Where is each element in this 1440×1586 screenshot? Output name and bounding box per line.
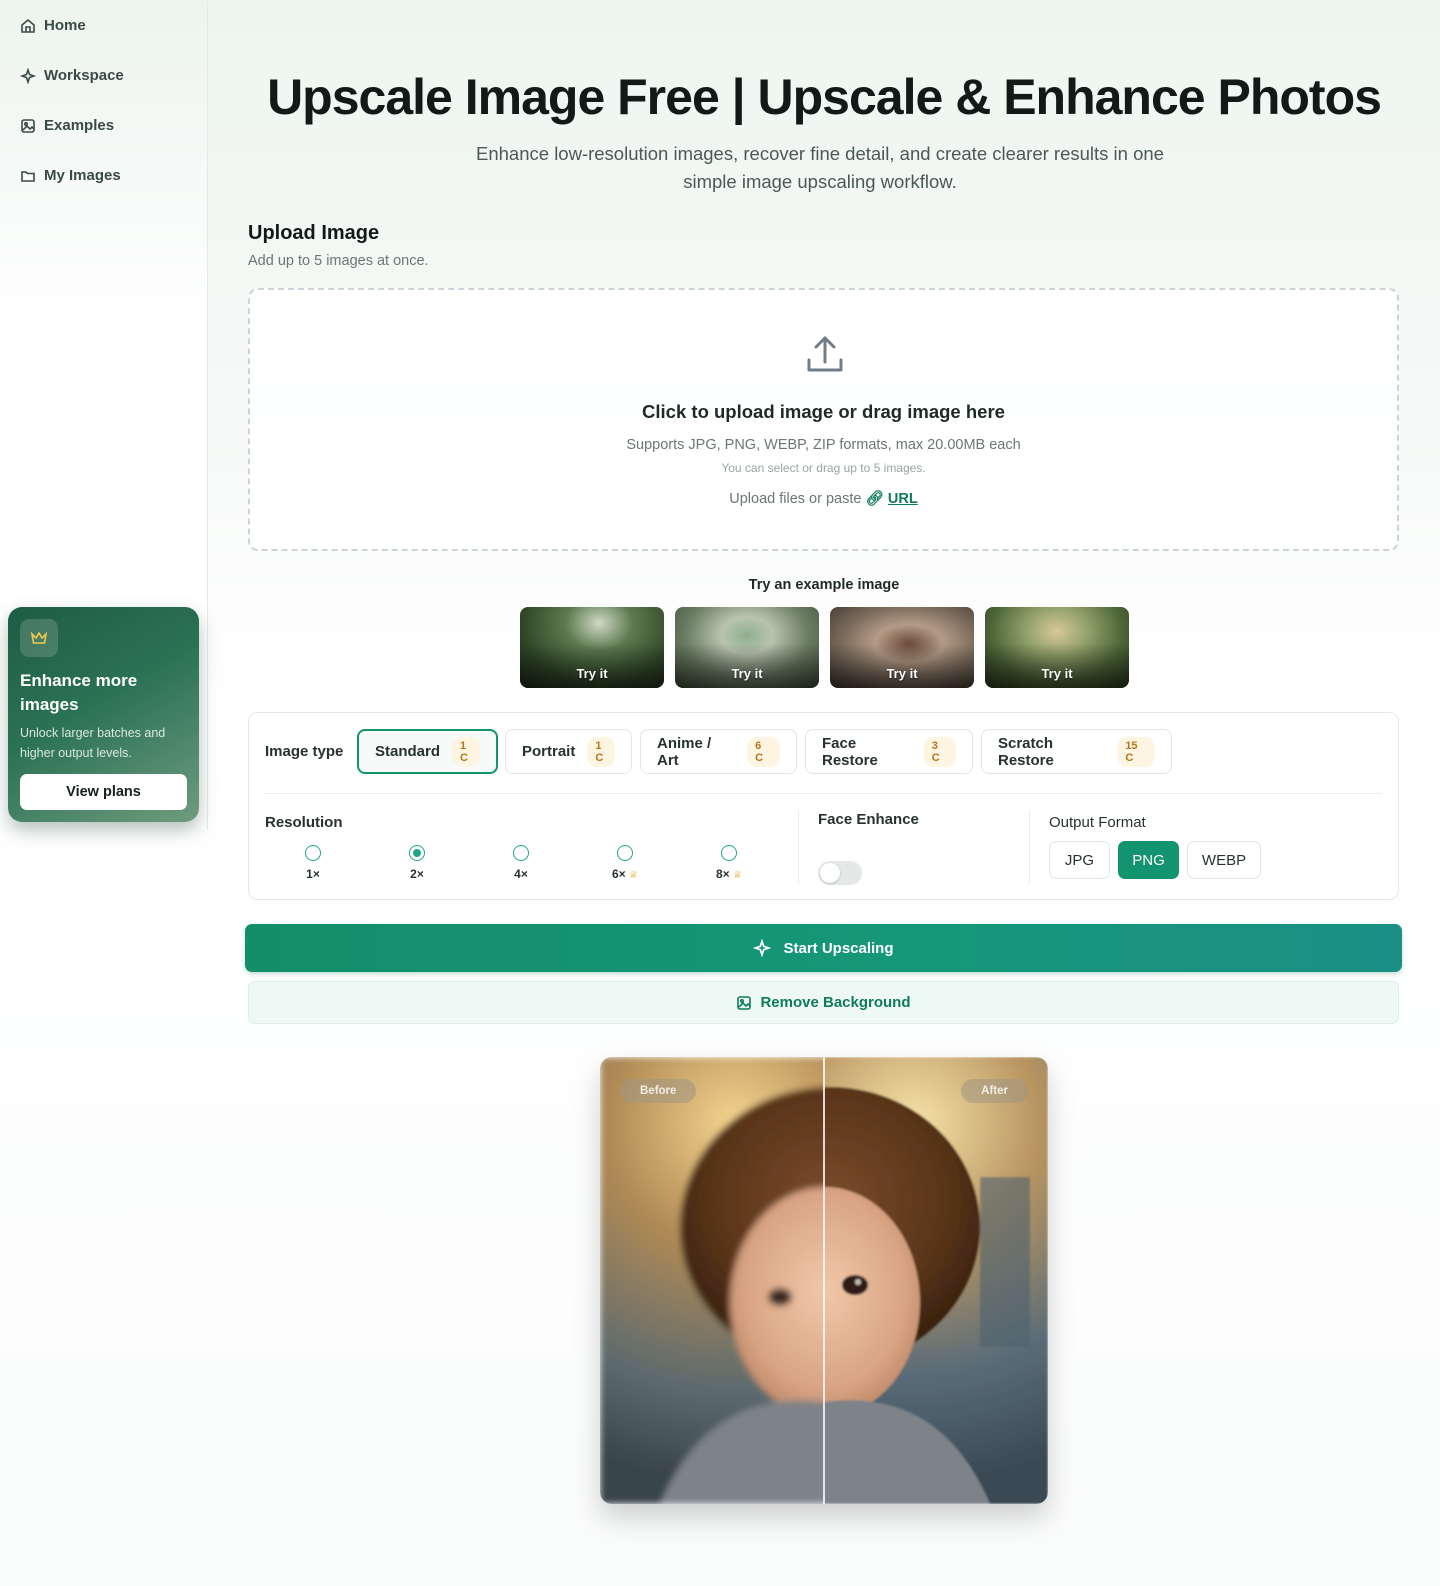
dropzone-title: Click to upload image or drag image here [642,401,1005,422]
promo-subtitle: Unlock larger batches and higher output … [20,726,166,760]
image-type-name: Anime / Art [657,734,712,769]
upload-icon [807,336,843,372]
upload-subheading: Add up to 5 images at once. [248,253,429,269]
before-label: Before [620,1079,697,1103]
example-thumb[interactable]: Try it [675,607,819,688]
sidebar-item-my-images[interactable]: My Images [20,167,121,184]
face-enhance-label: Face Enhance [818,811,919,828]
resolution-radio[interactable] [513,845,529,861]
sparkle-icon [753,939,772,957]
start-upscaling-label: Start Upscaling [783,939,894,957]
page-title: Upscale Image Free | Upscale & Enhance P… [267,69,1382,125]
resolution-value: 1× [306,867,320,881]
example-thumb[interactable]: Try it [830,607,974,688]
try-it-label: Try it [1041,666,1073,681]
comparison-slider-handle[interactable] [823,1057,825,1504]
sidebar-item-workspace[interactable]: Workspace [20,67,124,84]
resolution-radio[interactable] [409,845,425,861]
dropzone-formats: Supports JPG, PNG, WEBP, ZIP formats, ma… [626,437,1021,453]
view-plans-button[interactable]: View plans [20,774,187,810]
gallery-icon [737,995,752,1010]
resolution-option-1x[interactable]: 1× [283,845,343,881]
image-type-scratch-restore[interactable]: Scratch Restore 15 C [981,729,1172,774]
remove-background-button[interactable]: Remove Background [248,981,1399,1024]
upload-dropzone[interactable]: Click to upload image or drag image here… [248,288,1399,551]
paste-hint: Upload files or paste 🔗︎ URL [250,490,1397,507]
cost-badge: 3 C [923,736,956,767]
examples-title: Try an example image [748,577,900,593]
before-after-comparison[interactable]: Before After [600,1057,1048,1504]
dropzone-note: You can select or drag up to 5 images. [721,461,926,475]
folder-icon [21,170,35,182]
image-type-name: Portrait [522,743,576,760]
resolution-label: Resolution [265,814,343,831]
crown-icon: ♕ [733,870,742,881]
resolution-option-2x[interactable]: 2× [387,845,447,881]
try-it-label: Try it [886,666,918,681]
example-thumb[interactable]: Try it [985,607,1129,688]
face-enhance-toggle[interactable] [818,861,862,885]
upgrade-promo-card: Enhance more images Unlock larger batche… [8,607,199,822]
resolution-value: 6× [612,867,626,881]
crown-icon: ♕ [629,870,638,881]
sidebar-item-label: Workspace [44,67,124,84]
try-it-label: Try it [731,666,763,681]
sidebar-item-examples[interactable]: Examples [20,117,114,134]
image-type-label: Image type [265,743,344,760]
page-subtitle: Enhance low-resolution images, recover f… [476,143,1164,192]
image-type-name: Scratch Restore [998,734,1054,769]
format-png-button[interactable]: PNG [1118,841,1179,879]
panel-divider [265,793,1382,794]
format-webp-button[interactable]: WEBP [1187,841,1261,879]
start-upscaling-button[interactable]: Start Upscaling [245,924,1402,972]
panel-divider [1029,810,1030,884]
panel-divider [798,810,799,884]
sidebar-item-home[interactable]: Home [20,17,86,34]
cost-badge: 1 C [587,736,615,767]
example-thumb[interactable]: Try it [520,607,664,688]
home-icon [21,18,35,33]
sidebar-item-label: My Images [44,167,121,184]
resolution-radio[interactable] [721,845,737,861]
remove-background-label: Remove Background [760,994,911,1011]
resolution-value: 8× [716,867,730,881]
sidebar-item-label: Examples [44,117,115,134]
paste-text: Upload files or paste [729,491,862,507]
cost-badge: 6 C [747,736,780,767]
cost-badge: 15 C [1117,736,1155,767]
format-jpg-button[interactable]: JPG [1049,841,1110,879]
sparkle-icon [20,67,36,84]
resolution-value: 4× [514,867,528,881]
sidebar: Home Workspace Examples My Images Enhanc… [0,0,208,830]
after-label: After [961,1079,1028,1103]
url-link[interactable]: URL [888,491,918,507]
resolution-radio[interactable] [305,845,321,861]
image-type-face-restore[interactable]: Face Restore 3 C [805,729,973,774]
resolution-radio[interactable] [617,845,633,861]
image-type-anime-art[interactable]: Anime / Art 6 C [640,729,797,774]
resolution-option-4x[interactable]: 4× [491,845,551,881]
gallery-icon [21,118,35,133]
resolution-value: 2× [410,867,424,881]
output-format-label: Output Format [1049,814,1146,831]
settings-panel: Image type Standard 1 C Portrait 1 C Ani… [248,712,1399,900]
image-type-portrait[interactable]: Portrait 1 C [505,729,632,774]
resolution-option-8x[interactable]: 8× ♕ [699,845,759,881]
promo-title: Enhance more images [20,671,138,714]
image-type-name: Face Restore [822,734,878,769]
crown-icon [20,619,58,657]
upload-heading: Upload Image [248,222,380,244]
sidebar-item-label: Home [44,17,86,34]
cost-badge: 1 C [452,736,480,767]
image-type-standard[interactable]: Standard 1 C [357,729,498,774]
resolution-option-6x[interactable]: 6× ♕ [595,845,655,881]
try-it-label: Try it [576,666,608,681]
image-type-name: Standard [375,743,441,760]
link-icon: 🔗︎ [865,491,884,507]
